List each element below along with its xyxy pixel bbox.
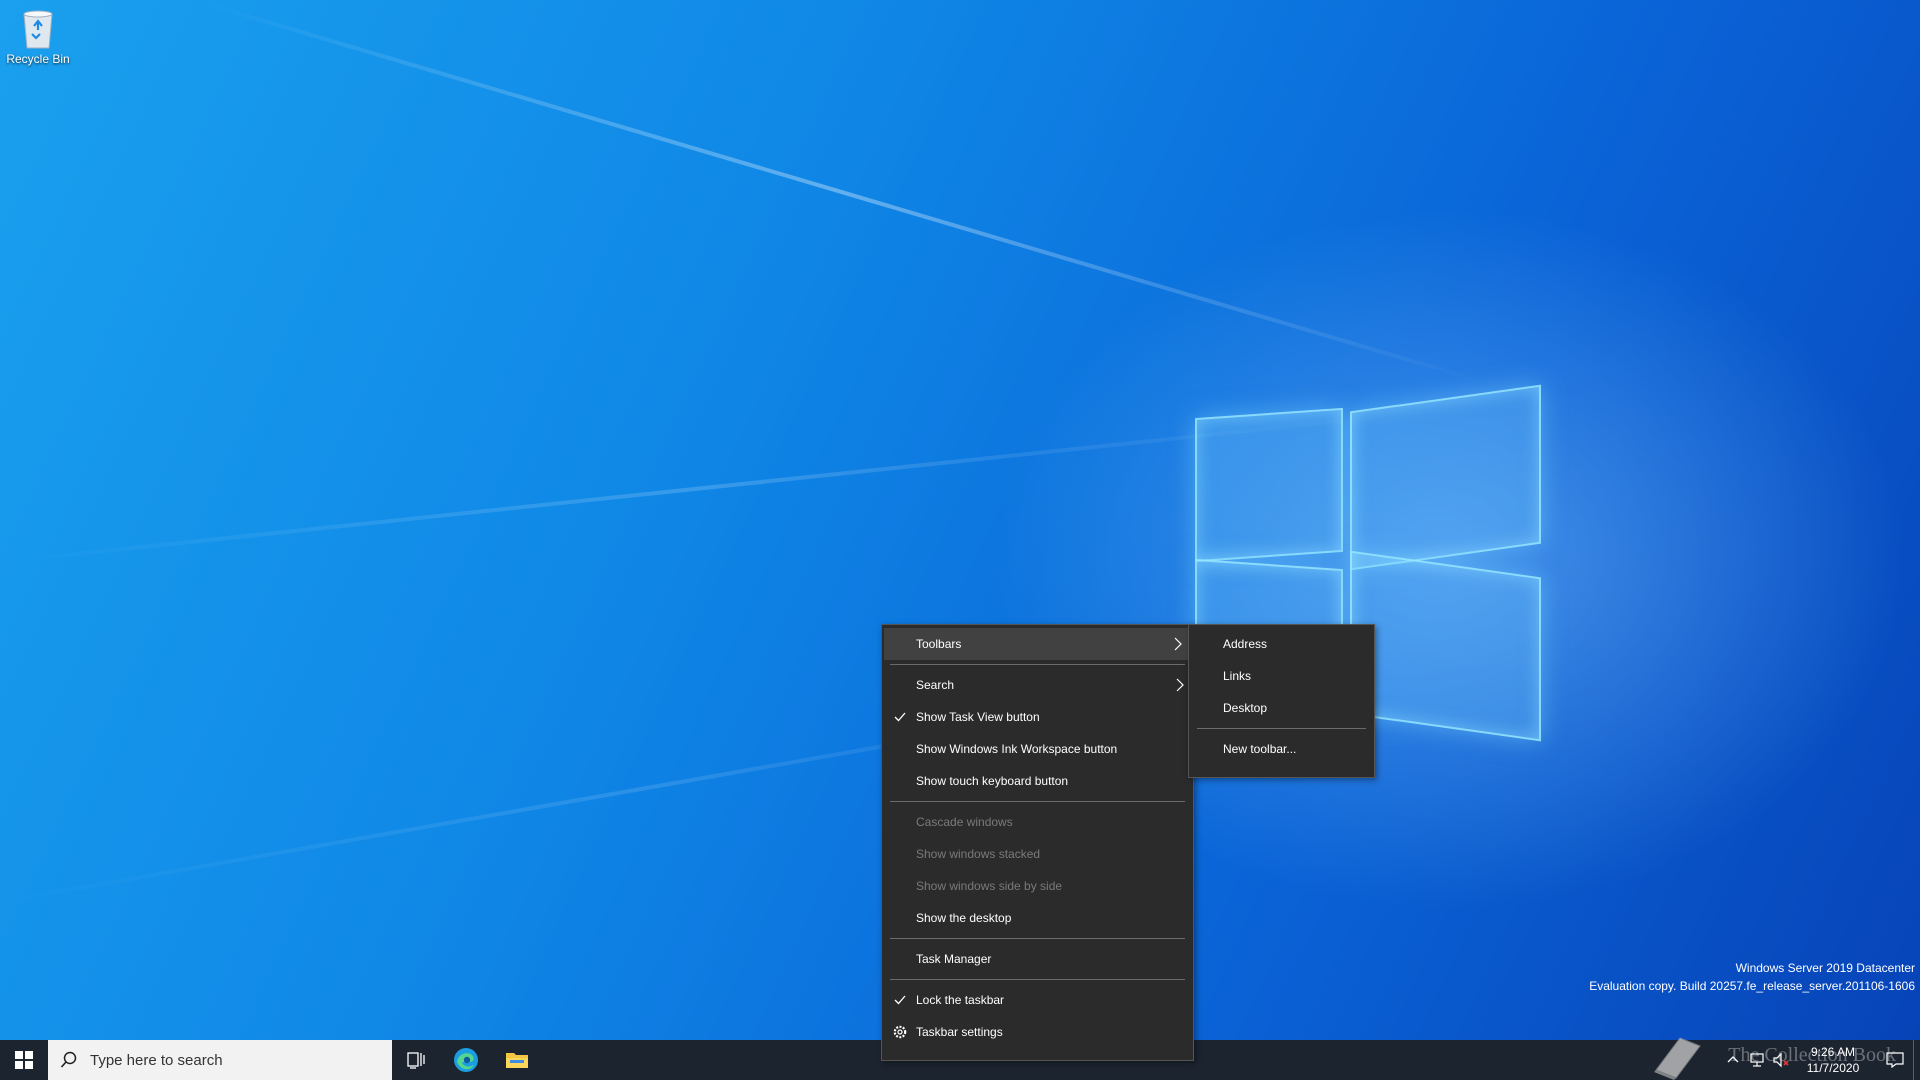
- watermark-line-2: Evaluation copy. Build 20257.fe_release_…: [1589, 979, 1915, 993]
- menu-item-label: Show windows stacked: [916, 847, 1041, 861]
- file-explorer-button[interactable]: [492, 1040, 542, 1080]
- notification-icon: [1886, 1052, 1904, 1068]
- windows-start-icon: [15, 1051, 33, 1069]
- windows-logo-pane: [1350, 550, 1541, 742]
- edge-browser-button[interactable]: [440, 1040, 492, 1080]
- menu-item-show-the-desktop[interactable]: Show the desktop: [882, 902, 1193, 934]
- menu-item-cascade-windows: Cascade windows: [882, 806, 1193, 838]
- chevron-right-icon: [1174, 637, 1182, 651]
- recycle-bin-label: Recycle Bin: [6, 52, 70, 66]
- submenu-item-label: New toolbar...: [1223, 742, 1297, 756]
- menu-separator: [1197, 728, 1366, 729]
- evaluation-watermark: Windows Server 2019 Datacenter Evaluatio…: [1589, 959, 1915, 995]
- menu-item-lock-the-taskbar[interactable]: Lock the taskbar: [882, 984, 1193, 1016]
- menu-item-show-task-view-button[interactable]: Show Task View button: [882, 701, 1193, 733]
- submenu-item-label: Links: [1223, 669, 1252, 683]
- taskbar-search-box[interactable]: Type here to search: [48, 1040, 392, 1080]
- menu-separator: [890, 664, 1185, 665]
- watermark-line-1: Windows Server 2019 Datacenter: [1735, 961, 1915, 975]
- menu-separator: [890, 938, 1185, 939]
- light-beam: [0, 413, 1393, 564]
- recycle-bin-shortcut[interactable]: Recycle Bin: [4, 6, 72, 66]
- menu-item-toolbars[interactable]: Toolbars: [884, 628, 1191, 660]
- taskbar-clock[interactable]: 9:26 AM 11/7/2020: [1793, 1044, 1873, 1076]
- menu-item-label: Taskbar settings: [916, 1025, 1003, 1039]
- book-logo-icon: [1654, 1037, 1701, 1080]
- submenu-item-desktop[interactable]: Desktop: [1189, 692, 1374, 724]
- menu-item-label: Show touch keyboard button: [916, 774, 1069, 788]
- submenu-item-links[interactable]: Links: [1189, 660, 1374, 692]
- menu-item-label: Cascade windows: [916, 815, 1013, 829]
- volume-muted-icon: [1773, 1052, 1789, 1068]
- submenu-item-label: Address: [1223, 637, 1268, 651]
- menu-item-label: Show Task View button: [916, 710, 1040, 724]
- task-view-button[interactable]: [392, 1040, 440, 1080]
- volume-button[interactable]: [1769, 1040, 1793, 1080]
- search-icon: [60, 1051, 77, 1068]
- submenu-item-label: Desktop: [1223, 701, 1268, 715]
- windows-logo-pane: [1350, 384, 1541, 571]
- edge-icon: [454, 1048, 478, 1072]
- menu-item-show-windows-side-by-side: Show windows side by side: [882, 870, 1193, 902]
- submenu-item-address[interactable]: Address: [1189, 628, 1374, 660]
- checkmark-icon: [894, 995, 906, 1005]
- folder-icon: [506, 1053, 528, 1068]
- recycle-bin-icon: [23, 10, 53, 49]
- menu-item-label: Toolbars: [916, 637, 962, 651]
- checkmark-icon: [894, 712, 906, 722]
- menu-item-label: Task Manager: [916, 952, 992, 966]
- toolbars-submenu[interactable]: Address Links Desktop New toolbar...: [1188, 624, 1375, 778]
- task-view-icon: [407, 1052, 425, 1069]
- light-beam: [199, 0, 1486, 385]
- menu-item-label: Show Windows Ink Workspace button: [916, 742, 1118, 756]
- system-tray[interactable]: 9:26 AM 11/7/2020: [1721, 1040, 1920, 1080]
- menu-item-label: Show windows side by side: [916, 879, 1063, 893]
- taskbar-context-menu[interactable]: Toolbars Search Show Task View button Sh…: [881, 624, 1194, 1061]
- clock-date: 11/7/2020: [1806, 1061, 1860, 1075]
- menu-item-taskbar-settings[interactable]: Taskbar settings: [882, 1016, 1193, 1048]
- start-button[interactable]: [0, 1040, 48, 1080]
- menu-item-label: Lock the taskbar: [916, 993, 1005, 1007]
- windows-logo-pane: [1195, 407, 1343, 563]
- clock-time: 9:26 AM: [1810, 1045, 1856, 1059]
- chevron-up-icon: [1727, 1056, 1739, 1063]
- menu-item-show-ink-workspace-button[interactable]: Show Windows Ink Workspace button: [882, 733, 1193, 765]
- network-button[interactable]: [1745, 1040, 1769, 1080]
- network-icon: [1750, 1053, 1764, 1067]
- action-center-button[interactable]: [1877, 1040, 1913, 1080]
- menu-item-label: Show the desktop: [916, 911, 1012, 925]
- menu-item-show-windows-stacked: Show windows stacked: [882, 838, 1193, 870]
- menu-separator: [890, 979, 1185, 980]
- menu-item-show-touch-keyboard-button[interactable]: Show touch keyboard button: [882, 765, 1193, 797]
- show-desktop-button[interactable]: [1913, 1040, 1920, 1080]
- submenu-item-new-toolbar[interactable]: New toolbar...: [1189, 733, 1374, 765]
- chevron-right-icon: [1176, 678, 1184, 692]
- menu-item-search[interactable]: Search: [882, 669, 1193, 701]
- show-hidden-icons-button[interactable]: [1721, 1040, 1745, 1080]
- search-placeholder: Type here to search: [90, 1051, 223, 1069]
- menu-item-task-manager[interactable]: Task Manager: [882, 943, 1193, 975]
- menu-separator: [890, 801, 1185, 802]
- gear-icon: [893, 1025, 907, 1039]
- menu-item-label: Search: [916, 678, 955, 692]
